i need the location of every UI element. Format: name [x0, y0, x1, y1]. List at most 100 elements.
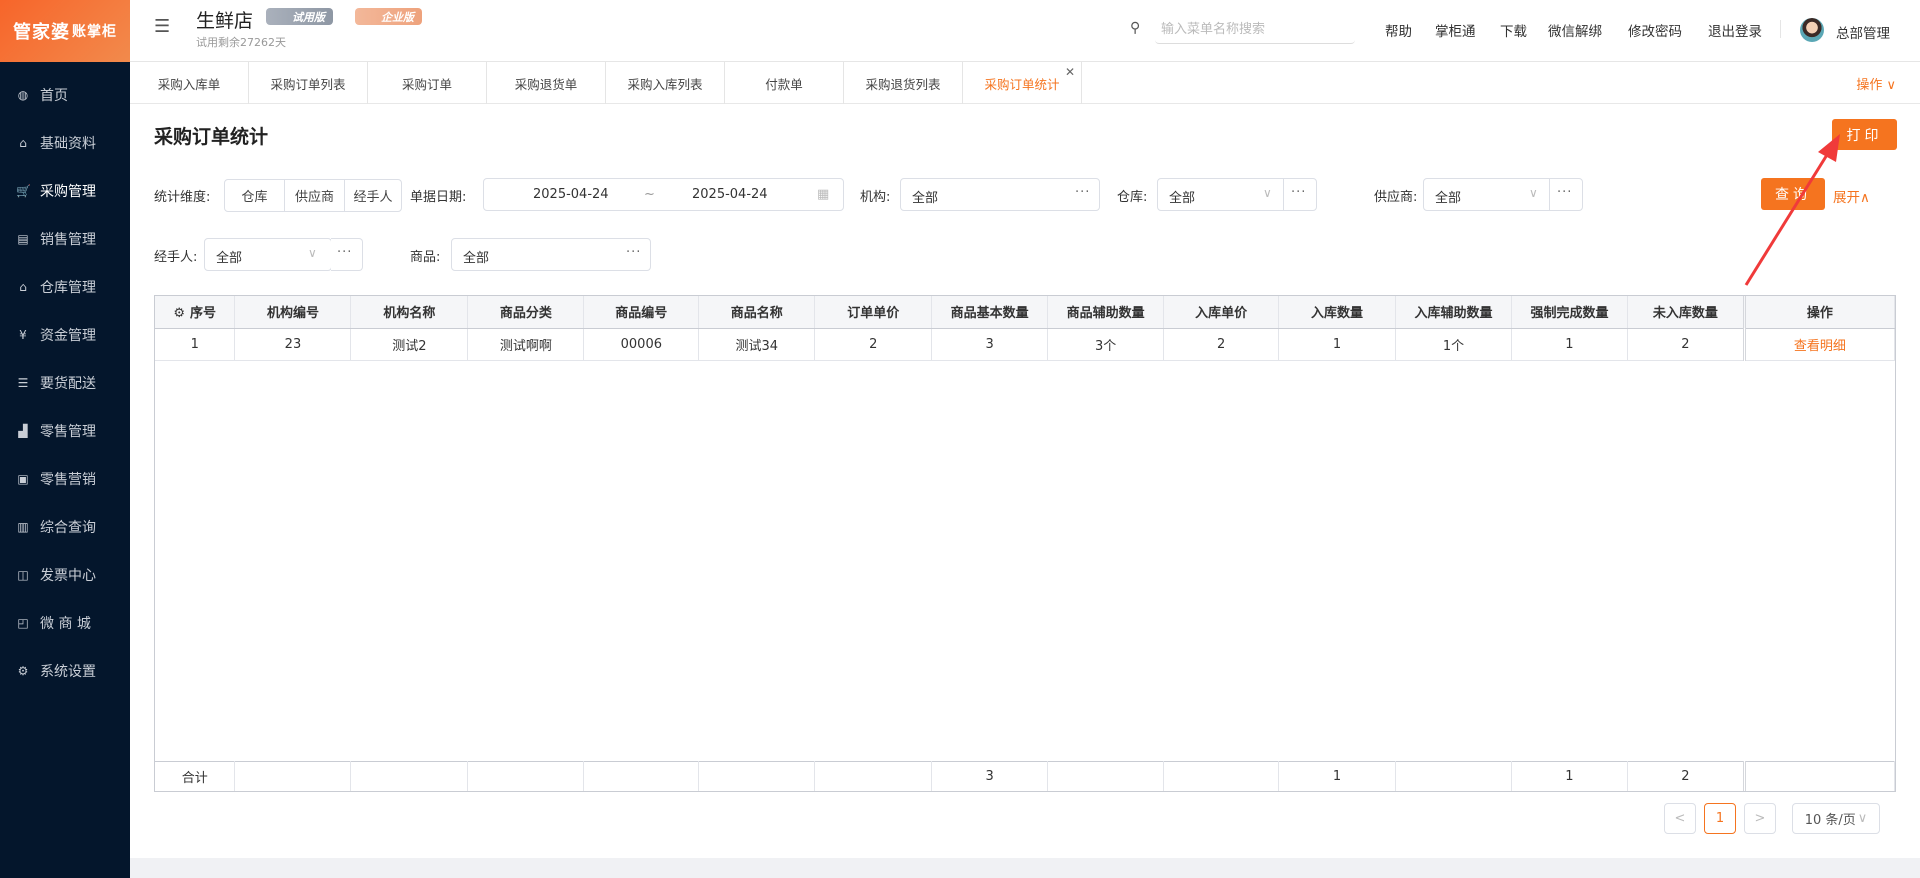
- table-cell: 2: [1627, 328, 1745, 361]
- org-select[interactable]: 全部 ···: [900, 178, 1100, 211]
- sidebar-item[interactable]: ◫ 发票中心: [0, 555, 130, 595]
- product-label: 商品:: [410, 250, 441, 265]
- chevron-down-icon: ∨: [1263, 186, 1272, 200]
- sidebar-item[interactable]: ☰ 要货配送: [0, 363, 130, 403]
- sales-icon: ▤: [17, 232, 29, 246]
- settings-gear-icon[interactable]: ⚙: [173, 306, 185, 321]
- sidebar-item[interactable]: ◍ 首页: [0, 75, 130, 115]
- chart-icon: ▟: [18, 424, 28, 438]
- sidebar-item[interactable]: 🛒 采购管理: [0, 171, 130, 211]
- tab-label: 付款单: [765, 76, 803, 92]
- download-link[interactable]: 下载: [1500, 20, 1527, 40]
- tab[interactable]: 采购订单: [368, 62, 487, 104]
- sidebar-item-label: 系统设置: [40, 664, 96, 680]
- sidebar-item[interactable]: ▟ 零售管理: [0, 411, 130, 451]
- handler-select[interactable]: 全部 ∨: [204, 238, 332, 271]
- org-value: 全部: [912, 191, 939, 206]
- zhangguitong-link[interactable]: 掌柜通: [1435, 20, 1476, 40]
- column-header-label: 操作: [1806, 306, 1833, 322]
- dimension-handler[interactable]: 经手人: [345, 180, 401, 211]
- sidebar-item[interactable]: ▤ 销售管理: [0, 219, 130, 259]
- sidebar-item-label: 综合查询: [40, 520, 96, 536]
- total-cell: [583, 760, 700, 791]
- column-header: 商品基本数量: [931, 296, 1049, 329]
- chevron-down-icon: ∨: [1857, 811, 1868, 826]
- table-cell: 测试2: [350, 328, 469, 361]
- column-header-label: 商品名称: [730, 306, 783, 322]
- more-icon[interactable]: ···: [1557, 185, 1572, 200]
- sidebar-item[interactable]: ⚙ 系统设置: [0, 651, 130, 691]
- wechat-unbind-link[interactable]: 微信解绑: [1548, 20, 1602, 40]
- tab[interactable]: 采购订单列表: [249, 62, 368, 104]
- column-header-label: 商品编号: [615, 306, 668, 322]
- tab-operations-menu[interactable]: 操作 ∨: [1856, 74, 1896, 93]
- sidebar-item[interactable]: ⌂ 基础资料: [0, 123, 130, 163]
- help-link[interactable]: 帮助: [1385, 20, 1412, 40]
- product-select[interactable]: 全部 ···: [451, 238, 651, 271]
- date-from[interactable]: 2025-04-24: [533, 187, 609, 202]
- page-size-select[interactable]: 10 条/页 ∨: [1792, 803, 1880, 834]
- tab[interactable]: 采购退货列表: [844, 62, 963, 104]
- tab-label: 采购退货单: [514, 76, 578, 92]
- sidebar-item[interactable]: ⌂ 仓库管理: [0, 267, 130, 307]
- handler-value: 全部: [216, 251, 243, 266]
- date-range-picker[interactable]: 2025-04-24 ~ 2025-04-24 ▦: [483, 178, 844, 211]
- handler-label: 经手人:: [154, 250, 198, 265]
- column-header: 入库辅助数量: [1395, 296, 1512, 329]
- tab[interactable]: 付款单: [725, 62, 844, 104]
- user-name[interactable]: 总部管理: [1836, 22, 1890, 42]
- table-cell: 2: [814, 328, 933, 361]
- table-cell: 测试34: [698, 328, 816, 361]
- column-header: 机构名称: [350, 296, 469, 329]
- prev-page-button[interactable]: <: [1664, 803, 1696, 834]
- column-header: 操作: [1742, 296, 1896, 329]
- tab[interactable]: 采购退货单: [487, 62, 606, 104]
- table-row: 1 23 测试2 测试啊啊 00006 测试34 2 3 3个 2 1 1个 1 2 查看明细: [155, 328, 1896, 361]
- chevron-down-icon: ∨: [1529, 186, 1538, 200]
- enterprise-badge: 企业版: [355, 8, 422, 25]
- dimension-warehouse[interactable]: 仓库: [225, 180, 285, 211]
- page-1-button[interactable]: 1: [1704, 803, 1736, 834]
- sidebar-item-label: 零售营销: [40, 472, 96, 488]
- total-cell: 1: [1278, 760, 1396, 791]
- tab[interactable]: 采购入库单: [130, 62, 249, 104]
- next-page-button[interactable]: >: [1744, 803, 1776, 834]
- tab[interactable]: 采购订单统计 ✕: [963, 62, 1082, 104]
- logo[interactable]: 管家婆 账掌柜: [0, 0, 130, 62]
- more-icon[interactable]: ···: [1291, 185, 1306, 200]
- close-icon[interactable]: ✕: [1065, 65, 1075, 79]
- top-header: ☰ 生鲜店 试用版 企业版 试用剩余27262天 ⚲ 帮助 掌柜通 下载 微信解…: [130, 0, 1920, 62]
- logout-link[interactable]: 退出登录: [1708, 20, 1762, 40]
- dimension-label: 统计维度:: [154, 190, 211, 205]
- tab-label: 采购订单: [401, 76, 452, 92]
- tab-label: 采购订单列表: [270, 76, 346, 92]
- total-cell: [1395, 760, 1512, 791]
- tab-label: 采购退货列表: [865, 76, 941, 92]
- sidebar-item[interactable]: ▥ 综合查询: [0, 507, 130, 547]
- supplier-value: 全部: [1435, 191, 1462, 206]
- more-icon[interactable]: ···: [626, 245, 641, 260]
- menu-toggle-icon[interactable]: ☰: [154, 16, 170, 37]
- avatar[interactable]: [1800, 18, 1824, 42]
- dimension-supplier[interactable]: 供应商: [285, 180, 345, 211]
- tab[interactable]: 采购入库列表: [606, 62, 725, 104]
- sidebar-item[interactable]: ¥ 资金管理: [0, 315, 130, 355]
- sidebar-item[interactable]: ◰ 微 商 城: [0, 603, 130, 643]
- date-to[interactable]: 2025-04-24: [692, 187, 768, 202]
- warehouse-select[interactable]: 全部 ∨ ···: [1157, 178, 1317, 211]
- date-separator: ~: [644, 187, 655, 202]
- column-header-label: 商品分类: [499, 306, 552, 322]
- column-header: 机构编号: [234, 296, 352, 329]
- supplier-select[interactable]: 全部 ∨ ···: [1423, 178, 1583, 211]
- chevron-down-icon: ∨: [308, 246, 317, 260]
- sidebar: 管家婆 账掌柜 ◍ 首页 ⌂ 基础资料 🛒 采购管理 ▤ 销售管理 ⌂ 仓库管理 ¥ 资金管理 ☰ 要货配送…: [0, 0, 130, 878]
- view-detail-link[interactable]: 查看明细: [1742, 328, 1896, 361]
- change-password-link[interactable]: 修改密码: [1628, 20, 1682, 40]
- total-cell: [1163, 760, 1280, 791]
- total-cell: [350, 760, 469, 791]
- sidebar-item[interactable]: ▣ 零售营销: [0, 459, 130, 499]
- more-icon[interactable]: ···: [1075, 185, 1090, 200]
- menu-search-input[interactable]: [1155, 16, 1355, 44]
- handler-more-button[interactable]: ···: [331, 238, 363, 271]
- column-header: 入库单价: [1163, 296, 1280, 329]
